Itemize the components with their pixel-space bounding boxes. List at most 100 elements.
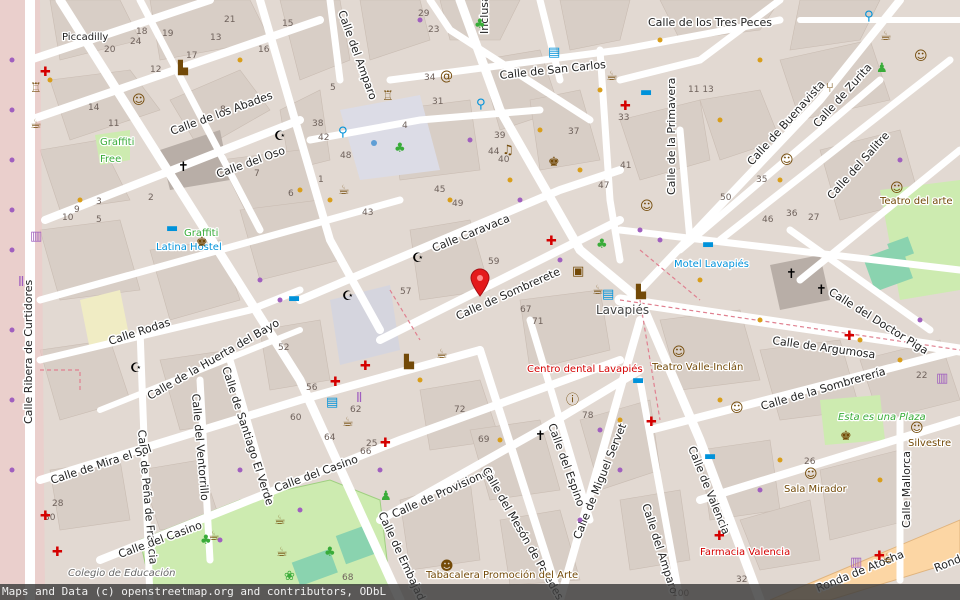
house-number: 27 [808, 213, 819, 223]
house-number: 33 [618, 113, 629, 123]
poi-label: Teatro del arte [879, 196, 953, 207]
cafe-icon: ☕ [338, 183, 350, 198]
pharmacy-icon: ✚ [380, 436, 391, 451]
pharmacy-icon: ✚ [330, 375, 341, 390]
cafe-icon: ☕ [606, 69, 618, 84]
theatre-icon: ☺ [730, 401, 744, 416]
mosque-icon: ☪ [342, 289, 354, 304]
house-number: 57 [400, 287, 411, 297]
poi-label: Centro dental Lavapiés [527, 363, 643, 375]
church-icon: ✝ [816, 283, 827, 298]
house-number: 23 [428, 25, 439, 35]
house-number: 49 [452, 199, 464, 209]
hospital-icon: ✚ [40, 65, 51, 80]
poi-label: Silvestre [908, 438, 951, 449]
dog-park-icon: ❀ [284, 569, 295, 584]
house-number: 29 [418, 9, 430, 19]
house-number: 5 [330, 83, 336, 93]
library-icon: ▙ [403, 353, 415, 370]
music-icon: ♫ [502, 143, 514, 158]
playground-icon: ♣ [474, 17, 486, 32]
house-number: 42 [318, 133, 329, 143]
house-number: 38 [312, 119, 324, 129]
house-number: 37 [568, 127, 579, 137]
shop-icon: ▥ [936, 371, 948, 386]
playground-icon: ♣ [596, 237, 608, 252]
poi-label: Teatro Valle-Inclán [651, 361, 743, 373]
poi-label: Free [100, 154, 121, 165]
theatre-icon: ☺ [780, 153, 794, 168]
house-number: 67 [520, 305, 531, 315]
hostel-icon: ▬ [702, 237, 714, 252]
poi-label: Piccadilly [62, 32, 108, 43]
map-view[interactable]: Calle de los Tres Peces Calle de San Car… [0, 0, 960, 600]
house-number: 41 [620, 161, 631, 171]
hostel-icon: ▬ [704, 449, 716, 464]
house-number: 13 [210, 33, 221, 43]
poi-label: Lavapiés [596, 303, 649, 317]
attraction-icon: ♚ [548, 155, 560, 170]
pharmacy-icon: ✚ [714, 529, 725, 544]
house-number: 43 [362, 208, 373, 218]
cafe-icon: ☕ [436, 347, 448, 362]
poi-label: Sala Mirador [784, 484, 848, 495]
theatre-icon: ☺ [914, 49, 928, 64]
house-number: 9 [74, 205, 80, 215]
map-canvas[interactable]: Calle de los Tres Peces Calle de San Car… [0, 0, 960, 600]
poi-label: Graffiti [100, 137, 134, 148]
house-number: 1 [318, 175, 324, 185]
cafe-icon: ☕ [208, 529, 220, 544]
internet-cafe-icon: @ [440, 69, 453, 84]
house-number: 4 [402, 121, 408, 131]
house-number: 16 [258, 45, 270, 55]
house-number: 11 13 [688, 85, 714, 95]
house-number: 24 [130, 37, 142, 47]
street-label: Calle Ribera de Curtidores [22, 279, 35, 424]
bicycle-rental-icon: ⚲ [864, 9, 874, 24]
pharmacy-icon: ✚ [620, 99, 631, 114]
house-number: 31 [432, 97, 443, 107]
house-number: 22 [916, 371, 927, 381]
pharmacy-icon: ✚ [646, 415, 657, 430]
pharmacy-icon: ✚ [546, 234, 557, 249]
house-number: 45 [434, 185, 445, 195]
shop-icon: ▥ [850, 555, 862, 570]
cafe-icon: ☕ [880, 29, 892, 44]
house-number: 62 [350, 405, 361, 415]
poi-label: Farmacia Valencia [700, 547, 790, 558]
house-number: 68 [342, 573, 354, 583]
street-label: Calle Mallorca [900, 451, 913, 528]
house-number: 26 [804, 457, 816, 467]
playground-icon: ♣ [394, 141, 406, 156]
street-label: Calle de la Primavera [665, 78, 678, 195]
mosque-icon: ☪ [130, 361, 142, 376]
shop-icon: Ⅱ [18, 275, 24, 290]
monument-icon: ♖ [30, 81, 42, 96]
poi-label: Latina Hostel [156, 242, 222, 253]
sports-icon: ♟ [380, 489, 392, 504]
poi-label: Motel Lavapiés [674, 258, 749, 270]
house-number: 7 [254, 169, 260, 179]
shop-icon: ▥ [30, 229, 42, 244]
house-number: 35 [756, 175, 767, 185]
pharmacy-icon: ✚ [844, 329, 855, 344]
theatre-icon: ☺ [640, 199, 654, 214]
gallery-icon: ▣ [572, 264, 584, 279]
pharmacy-icon: ✚ [52, 545, 63, 560]
library-icon: ▙ [635, 283, 647, 300]
theatre-icon: ☺ [672, 345, 686, 360]
house-number: 12 [150, 65, 161, 75]
clinic-icon: ✚ [360, 359, 371, 374]
map-attribution[interactable]: Maps and Data (c) openstreetmap.org and … [0, 584, 960, 600]
house-number: 52 [278, 343, 289, 353]
hostel-icon: ▬ [288, 291, 300, 306]
cafe-icon: ☕ [30, 117, 42, 132]
house-number: 21 [224, 15, 235, 25]
church-icon: ✝ [786, 267, 797, 282]
house-number: 28 [52, 499, 64, 509]
shop-icon: Ⅱ [356, 391, 362, 406]
house-number: 46 [762, 215, 774, 225]
library-icon: ▙ [177, 59, 189, 76]
street-label: Calle de los Tres Peces [648, 16, 772, 29]
house-number: 2 [148, 193, 154, 203]
